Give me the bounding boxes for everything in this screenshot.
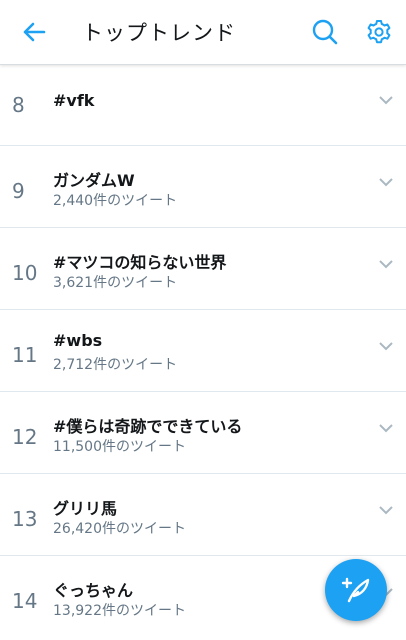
chevron-down-icon[interactable] [378, 94, 394, 106]
trend-name: グリリ馬 [53, 499, 118, 518]
trend-row-12[interactable]: 12 #僕らは奇跡でできている 11,500件のツイート [0, 392, 406, 474]
trend-row-8[interactable]: 8 #vfk [0, 64, 406, 146]
chevron-down-icon[interactable] [378, 258, 394, 270]
tweet-count: 11,500件のツイート [53, 439, 186, 455]
chevron-down-icon[interactable] [378, 422, 394, 434]
gear-icon [367, 20, 391, 44]
top-bar: トップトレンド [0, 0, 406, 65]
search-icon [312, 19, 338, 45]
tweet-count: 2,440件のツイート [53, 193, 178, 209]
tweet-count: 2,712件のツイート [53, 357, 178, 373]
trend-name: #僕らは奇跡でできている [53, 417, 243, 436]
trend-list: 8 #vfk 9 ガンダムW 2,440件のツイート 10 #マツコの知らない世… [0, 64, 406, 637]
trend-rank: 10 [12, 261, 38, 285]
back-button[interactable] [18, 16, 50, 48]
trend-row-11[interactable]: 11 #wbs 2,712件のツイート [0, 310, 406, 392]
trend-row-13[interactable]: 13 グリリ馬 26,420件のツイート [0, 474, 406, 556]
trend-name: ぐっちゃん [53, 581, 134, 600]
tweet-count: 13,922件のツイート [53, 603, 186, 619]
trend-rank: 14 [12, 589, 38, 613]
trend-rank: 11 [12, 343, 38, 367]
page-title: トップトレンド [82, 21, 236, 45]
trend-name: #wbs [53, 331, 103, 350]
trend-rank: 13 [12, 507, 38, 531]
chevron-down-icon[interactable] [378, 340, 394, 352]
trend-name: ガンダムW [53, 171, 135, 190]
feather-plus-icon [341, 577, 370, 603]
trend-name: #マツコの知らない世界 [53, 253, 227, 272]
chevron-down-icon[interactable] [378, 176, 394, 188]
trend-rank: 8 [12, 93, 25, 117]
compose-tweet-button[interactable] [325, 559, 387, 621]
settings-button[interactable] [363, 16, 395, 48]
search-button[interactable] [309, 16, 341, 48]
tweet-count: 26,420件のツイート [53, 521, 186, 537]
trend-row-9[interactable]: 9 ガンダムW 2,440件のツイート [0, 146, 406, 228]
chevron-down-icon[interactable] [378, 504, 394, 516]
trend-rank: 12 [12, 425, 38, 449]
trend-rank: 9 [12, 179, 25, 203]
arrow-left-icon [23, 22, 46, 42]
trend-name: #vfk [53, 91, 95, 110]
tweet-count: 3,621件のツイート [53, 275, 178, 291]
trend-row-10[interactable]: 10 #マツコの知らない世界 3,621件のツイート [0, 228, 406, 310]
